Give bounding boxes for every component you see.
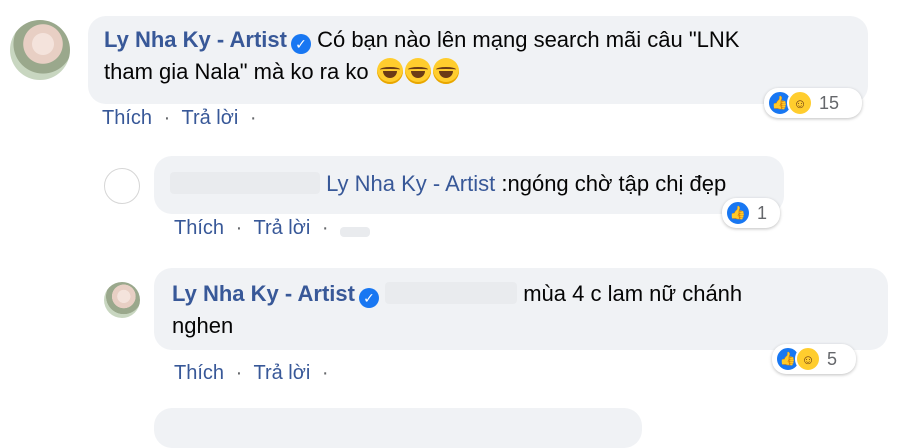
laugh-cry-emoji-icon (432, 58, 459, 84)
comment-line-1: Ly Nha Ky - Artist ✓ mùa 4 c lam nữ chánh (172, 278, 870, 310)
reaction-summary[interactable]: 👍 ☺ 5 (772, 344, 856, 374)
reaction-count: 15 (819, 92, 840, 113)
hidden-mention[interactable] (385, 282, 518, 304)
comment-text-continued: tham gia Nala" mà ko ra ko (104, 59, 369, 84)
comment-text: :ngóng chờ tập chị đẹp (501, 171, 727, 196)
laugh-cry-emoji-icon (404, 58, 431, 84)
comment-text: Có bạn nào lên mạng search mãi câu "LNK (317, 27, 740, 52)
comment-actions: Thích · Trả lời · (174, 217, 376, 240)
reply-link[interactable]: Trả lời (253, 362, 310, 384)
comment-line-2: nghen (172, 310, 870, 342)
like-link[interactable]: Thích (102, 107, 152, 129)
like-link[interactable]: Thích (174, 362, 224, 384)
hidden-author-name[interactable] (170, 172, 320, 194)
haha-reaction-icon: ☺ (787, 90, 813, 116)
separator: · (235, 362, 243, 384)
comment-bubble: Ly Nha Ky - Artist ✓ mùa 4 c lam nữ chánh… (154, 268, 888, 350)
hidden-timestamp (340, 227, 371, 237)
comment-line-2: tham gia Nala" mà ko ra ko (104, 56, 852, 88)
laugh-cry-emoji-icon (376, 58, 403, 84)
author-avatar[interactable] (104, 168, 140, 204)
like-link[interactable]: Thích (174, 217, 224, 239)
reaction-count: 1 (757, 202, 768, 223)
comment-author[interactable]: Ly Nha Ky - Artist (104, 27, 287, 52)
mention-link[interactable]: Ly Nha Ky - Artist (326, 171, 495, 196)
author-avatar[interactable] (10, 20, 70, 80)
author-avatar[interactable] (104, 282, 140, 318)
verified-badge-icon: ✓ (290, 34, 311, 54)
reaction-summary[interactable]: 👍 1 (722, 198, 780, 228)
separator: · (321, 217, 329, 239)
separator: · (163, 107, 171, 129)
reaction-count: 5 (827, 348, 838, 369)
comment-author[interactable]: Ly Nha Ky - Artist (172, 281, 355, 306)
comment-text: mùa 4 c lam nữ chánh (523, 281, 743, 306)
comment-line-1: Ly Nha Ky - Artist ✓ Có bạn nào lên mạng … (104, 24, 852, 56)
comment-text-continued: nghen (172, 313, 234, 338)
haha-reaction-icon: ☺ (795, 346, 821, 372)
reaction-summary[interactable]: 👍 ☺ 15 (764, 88, 862, 118)
like-reaction-icon: 👍 (725, 200, 751, 226)
separator: · (321, 362, 329, 384)
comment-bubble: Ly Nha Ky - Artist :ngóng chờ tập chị đẹ… (154, 156, 784, 214)
verified-badge-icon: ✓ (358, 288, 379, 308)
separator: · (249, 107, 257, 129)
reply-link[interactable]: Trả lời (181, 107, 238, 129)
comment-actions: Thích · Trả lời · (102, 107, 263, 130)
comment-actions: Thích · Trả lời · (174, 362, 335, 385)
reply-link[interactable]: Trả lời (253, 217, 310, 239)
separator: · (235, 217, 243, 239)
next-comment-bubble (154, 408, 642, 448)
comment-bubble: Ly Nha Ky - Artist ✓ Có bạn nào lên mạng … (88, 16, 868, 104)
